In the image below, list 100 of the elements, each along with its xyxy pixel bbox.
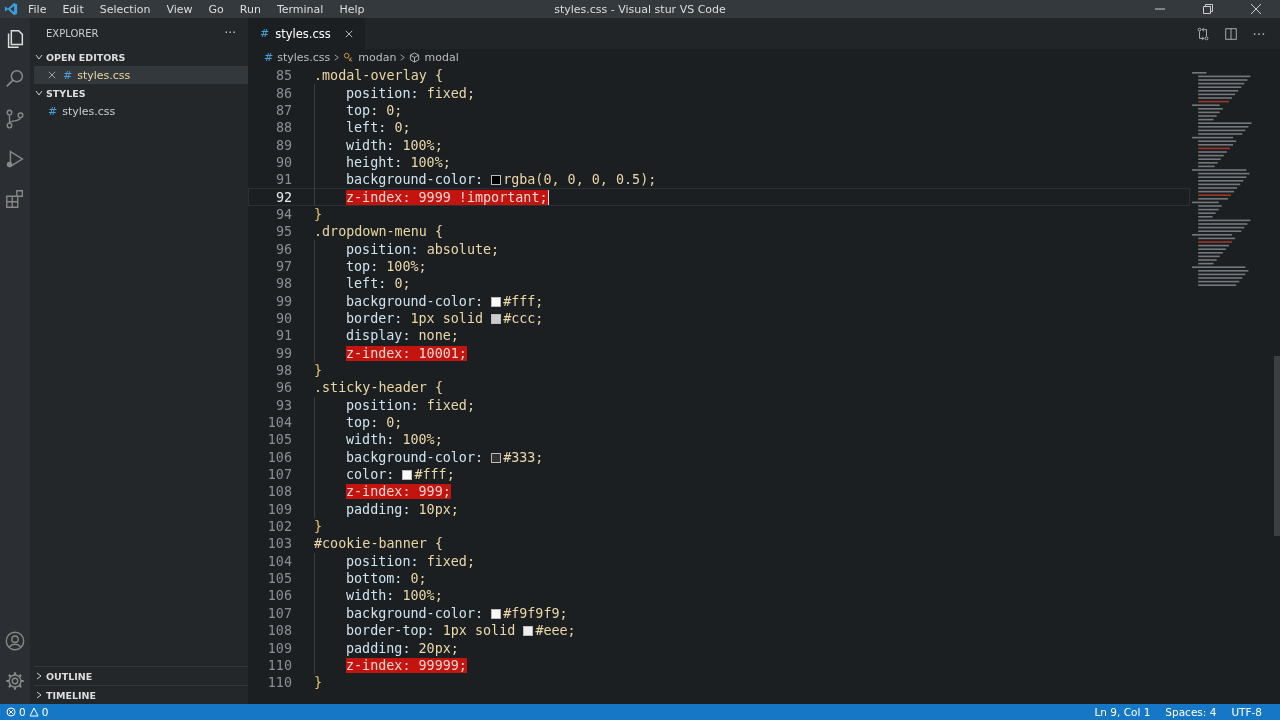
line-number: 90: [274, 154, 292, 170]
code-line: top: 0;: [346, 415, 403, 431]
line-number: 87: [274, 102, 292, 118]
menu-item[interactable]: Run: [239, 2, 261, 16]
code-line: color: #fff;: [346, 467, 455, 483]
menu-item[interactable]: View: [166, 2, 193, 16]
warning-icon[interactable]: [28, 707, 39, 717]
line-number: 92: [274, 189, 292, 205]
code-line: position: fixed;: [346, 553, 475, 569]
menu-item[interactable]: Selection: [99, 2, 151, 16]
code-line: .dropdown-menu {: [314, 224, 443, 240]
line-number: 102: [266, 519, 292, 535]
highlighted-code: z-index: 999;: [346, 484, 451, 500]
code-line: background-color: rgba(0, 0, 0, 0.5);: [346, 172, 657, 188]
line-number: 86: [274, 85, 292, 101]
highlighted-code: z-index: 10001;: [346, 345, 467, 361]
line-number: 108: [266, 623, 292, 639]
menu-item[interactable]: Terminal: [276, 2, 324, 16]
code-line: width: 100%;: [346, 432, 443, 448]
line-number: 98: [274, 276, 292, 292]
line-number: 109: [266, 640, 292, 656]
line-number: 85: [274, 68, 292, 84]
code-line: }: [314, 519, 323, 535]
code-line: bottom: 0;: [346, 571, 427, 587]
error-count[interactable]: 0: [19, 706, 26, 718]
section-header[interactable]: STYLES: [34, 84, 248, 102]
line-number: 107: [266, 467, 292, 483]
code-line: position: fixed;: [346, 397, 475, 413]
code-line: width: 100%;: [346, 588, 443, 604]
explorer-entry[interactable]: # styles.css: [34, 66, 248, 84]
branch-icon[interactable]: [4, 108, 26, 130]
line-number: 97: [274, 258, 292, 274]
code-line: border: 1px solid #ccc;: [346, 311, 544, 326]
compare-icon[interactable]: [1196, 26, 1210, 41]
split-editor-icon[interactable]: [1224, 26, 1238, 41]
code-line: left: 0;: [346, 120, 411, 136]
code-line: background-color: #f9f9f9;: [346, 605, 568, 621]
search-icon[interactable]: [4, 68, 26, 90]
more-actions-button[interactable]: ···: [224, 26, 236, 40]
line-number: 98: [274, 363, 292, 378]
code-line: .modal-overlay {: [314, 68, 443, 84]
warning-count[interactable]: 0: [41, 706, 49, 718]
run-debug-icon[interactable]: [4, 148, 26, 170]
status-item[interactable]: Ln 9, Col 1: [1094, 706, 1151, 718]
line-number: 103: [266, 536, 292, 552]
cube-icon: [409, 52, 421, 63]
code-line: }: [314, 206, 323, 222]
line-number: 93: [274, 397, 292, 413]
code-line: padding: 20px;: [346, 640, 459, 656]
chevron-icon: [398, 53, 408, 62]
close-icon[interactable]: [48, 71, 56, 79]
line-number: 91: [274, 328, 292, 344]
breadcrumb-item[interactable]: modal: [409, 51, 459, 64]
section-header[interactable]: OPEN EDITORS: [34, 48, 248, 66]
code-line: position: fixed;: [346, 85, 475, 101]
restore-icon[interactable]: [1203, 4, 1213, 14]
code-line: position: absolute;: [346, 241, 500, 257]
error-icon[interactable]: [6, 707, 16, 717]
line-number: 110: [266, 675, 292, 691]
account-icon[interactable]: [4, 630, 26, 652]
line-number: 104: [266, 553, 292, 569]
close-icon[interactable]: [1251, 4, 1261, 14]
line-number: 110: [266, 657, 292, 673]
line-number: 95: [274, 224, 292, 240]
code-line: width: 100%;: [346, 137, 443, 153]
line-number: 108: [266, 484, 292, 500]
code-line: border-top: 1px solid #eee;: [346, 623, 576, 639]
chevron-icon: [332, 53, 342, 62]
code-line: left: 0;: [346, 276, 411, 292]
line-number: 91: [274, 172, 292, 188]
line-number: 107: [266, 605, 292, 621]
editor-tab[interactable]: # styles.css: [248, 18, 365, 49]
menu-item[interactable]: Edit: [62, 2, 84, 16]
explorer-entry[interactable]: # styles.css: [34, 102, 248, 120]
line-number: 88: [274, 120, 292, 136]
close-icon[interactable]: [344, 29, 353, 38]
scrollbar[interactable]: [1274, 356, 1280, 536]
line-number: 109: [266, 501, 292, 517]
explorer-title: EXPLORER: [46, 27, 99, 39]
line-number: 94: [274, 206, 292, 222]
code-line: background-color: #333;: [346, 449, 544, 465]
line-number: 99: [274, 345, 292, 361]
settings-icon[interactable]: [4, 670, 26, 692]
window-title: styles.css - Visual stur VS Code: [554, 2, 726, 16]
section-header[interactable]: OUTLINE: [34, 666, 248, 685]
status-item[interactable]: UTF-8: [1231, 706, 1262, 718]
menu-item[interactable]: Help: [339, 2, 365, 16]
code-line: top: 0;: [346, 102, 403, 118]
line-number: 106: [266, 588, 292, 604]
breadcrumb-item[interactable]: # styles.css: [264, 51, 331, 64]
status-item[interactable]: Spaces: 4: [1165, 706, 1217, 718]
menu-item[interactable]: File: [28, 2, 47, 16]
breadcrumb-item[interactable]: modan: [343, 51, 397, 64]
line-number: 96: [274, 241, 292, 257]
code-line: top: 100%;: [346, 258, 427, 274]
menu-item[interactable]: Go: [208, 2, 224, 16]
code-line: padding: 10px;: [346, 501, 459, 517]
code-line: display: none;: [346, 328, 459, 344]
extensions-icon[interactable]: [4, 188, 26, 210]
line-number: 105: [266, 571, 292, 587]
